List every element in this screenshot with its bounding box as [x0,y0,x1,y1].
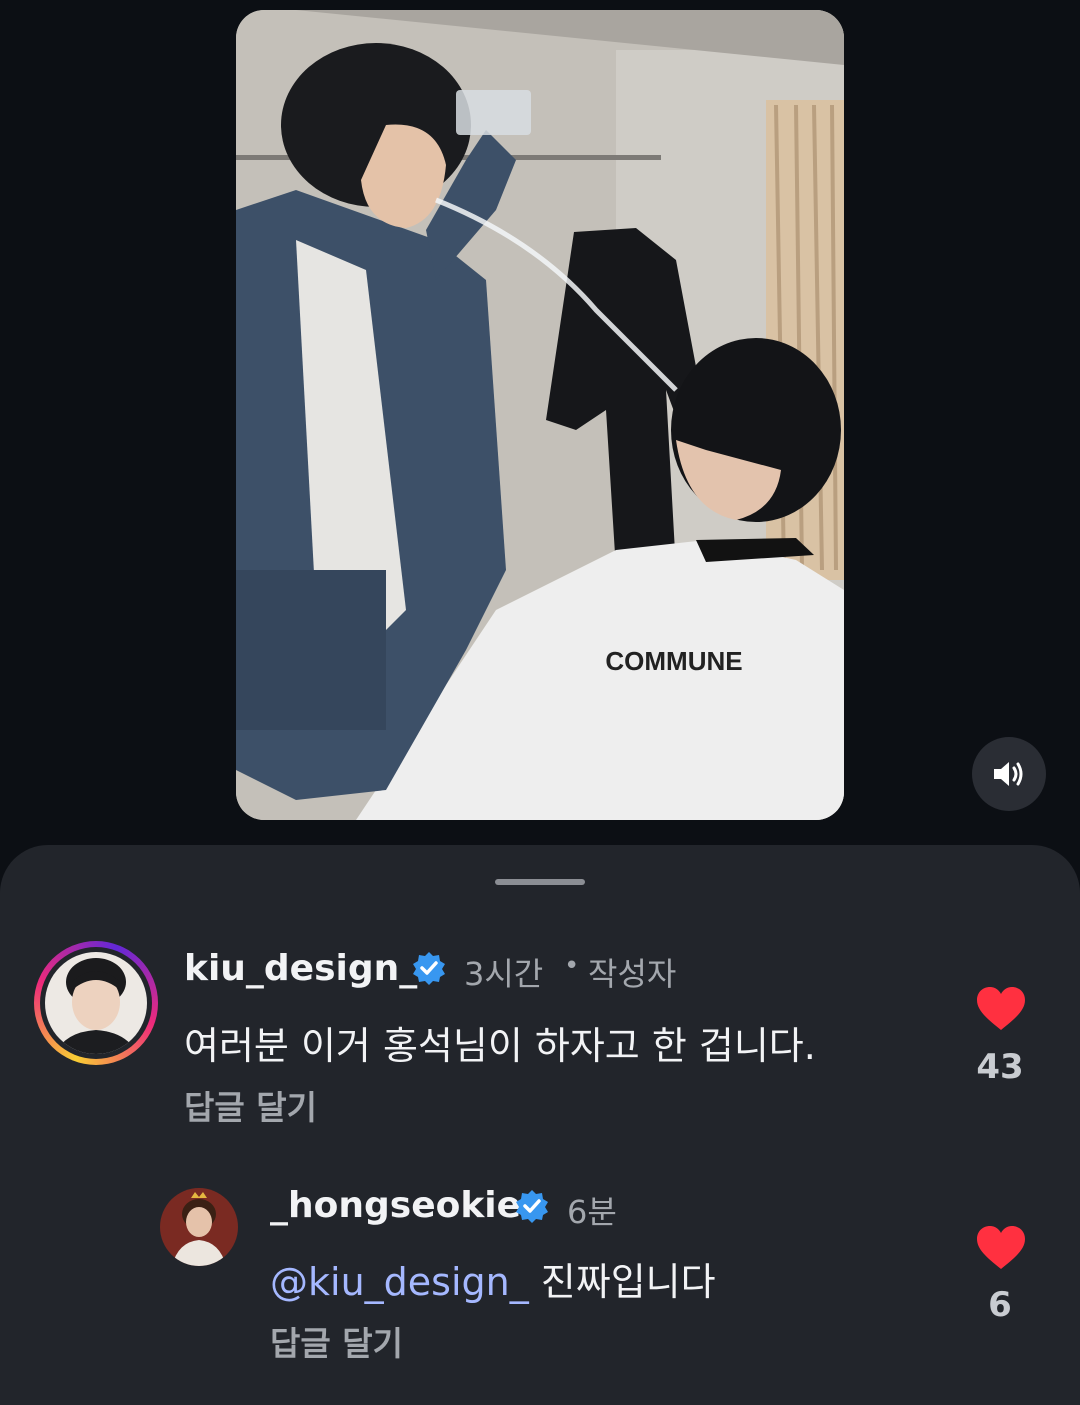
mention-link[interactable]: @kiu_design_ [270,1260,529,1304]
reply-button[interactable]: 답글 달기 [270,1317,403,1365]
sound-toggle-button[interactable] [972,737,1046,811]
comment-username[interactable]: _hongseokie [270,1185,521,1226]
video-player[interactable]: COMMUNE [236,10,844,820]
comment-body: 진짜입니다 [528,1260,716,1304]
comment-text: @kiu_design_ 진짜입니다 [270,1251,716,1306]
reply-comment-item: _hongseokie 6분 @kiu_design_ 진짜입니다 답글 달기 … [0,845,1080,1405]
cape-brand-text: COMMUNE [605,646,742,676]
comment-time: 6분 [567,1193,617,1231]
speaker-on-icon [994,762,1023,786]
verified-badge-icon [516,1190,548,1223]
heart-filled-icon[interactable] [976,1225,1026,1271]
avatar[interactable] [160,1188,238,1266]
like-count: 6 [988,1285,1012,1325]
video-frame: COMMUNE [236,10,844,820]
comments-sheet: kiu_design_ 3시간 • 작성자 여러분 이거 홍석님이 하자고 한 … [0,845,1080,1405]
